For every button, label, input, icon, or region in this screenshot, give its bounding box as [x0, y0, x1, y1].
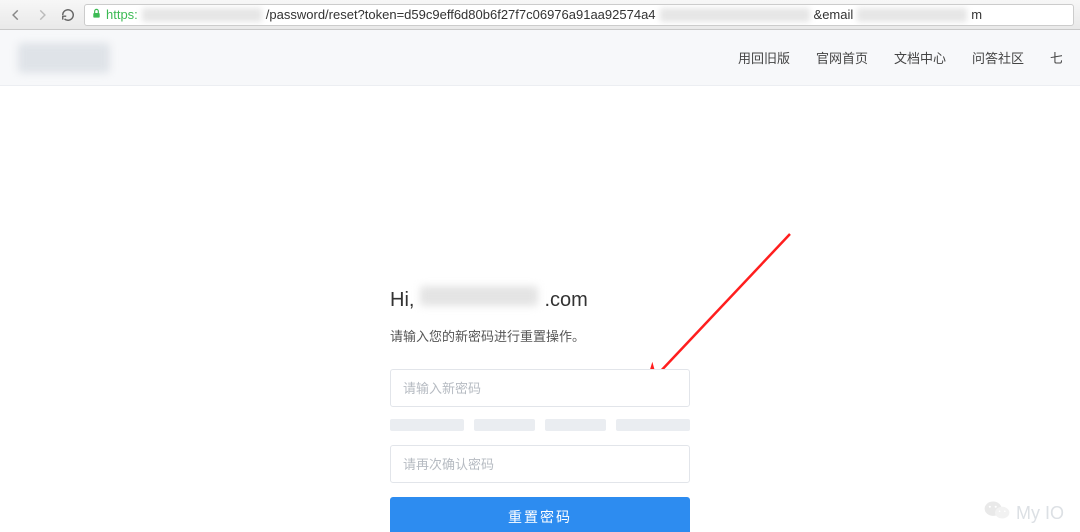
site-header: 用回旧版 官网首页 文档中心 问答社区 七	[0, 30, 1080, 86]
greeting-suffix: .com	[544, 289, 587, 312]
browser-chrome: https: /password/reset?token=d59c9eff6d8…	[0, 0, 1080, 30]
nav-community[interactable]: 问答社区	[972, 48, 1024, 67]
greeting: Hi, .com	[390, 286, 690, 312]
url-host-blurred	[142, 8, 262, 22]
header-nav: 用回旧版 官网首页 文档中心 问答社区 七	[738, 48, 1062, 67]
strength-seg-3	[545, 419, 606, 431]
wechat-icon	[984, 499, 1010, 527]
back-button[interactable]	[6, 5, 26, 25]
reset-password-form: Hi, .com 请输入您的新密码进行重置操作。 重置密码	[390, 286, 690, 532]
lock-icon	[91, 8, 102, 22]
watermark: My IO	[984, 499, 1064, 527]
url-tail: m	[971, 7, 982, 22]
address-bar[interactable]: https: /password/reset?token=d59c9eff6d8…	[84, 4, 1074, 26]
main-content: Hi, .com 请输入您的新密码进行重置操作。 重置密码 My IO	[0, 86, 1080, 532]
url-email-param: &email	[814, 7, 854, 22]
url-email-blurred	[857, 8, 967, 22]
nav-cutoff[interactable]: 七	[1050, 48, 1062, 67]
strength-seg-4	[616, 419, 690, 431]
nav-home[interactable]: 官网首页	[816, 48, 868, 67]
strength-seg-2	[474, 419, 535, 431]
new-password-input[interactable]	[390, 369, 690, 407]
url-scheme: https:	[106, 7, 138, 22]
confirm-password-input[interactable]	[390, 445, 690, 483]
reload-button[interactable]	[58, 5, 78, 25]
site-logo-blurred[interactable]	[18, 43, 110, 73]
password-strength-meter	[390, 419, 690, 431]
nav-docs[interactable]: 文档中心	[894, 48, 946, 67]
strength-seg-1	[390, 419, 464, 431]
nav-old-version[interactable]: 用回旧版	[738, 48, 790, 67]
form-subtitle: 请输入您的新密码进行重置操作。	[390, 326, 690, 345]
url-path: /password/reset?token=d59c9eff6d80b6f27f…	[266, 7, 656, 22]
url-token-blurred	[660, 8, 810, 22]
forward-button[interactable]	[32, 5, 52, 25]
greeting-prefix: Hi,	[390, 289, 414, 312]
reset-password-button[interactable]: 重置密码	[390, 497, 690, 532]
watermark-text: My IO	[1016, 503, 1064, 524]
greeting-email-blurred	[420, 286, 538, 306]
